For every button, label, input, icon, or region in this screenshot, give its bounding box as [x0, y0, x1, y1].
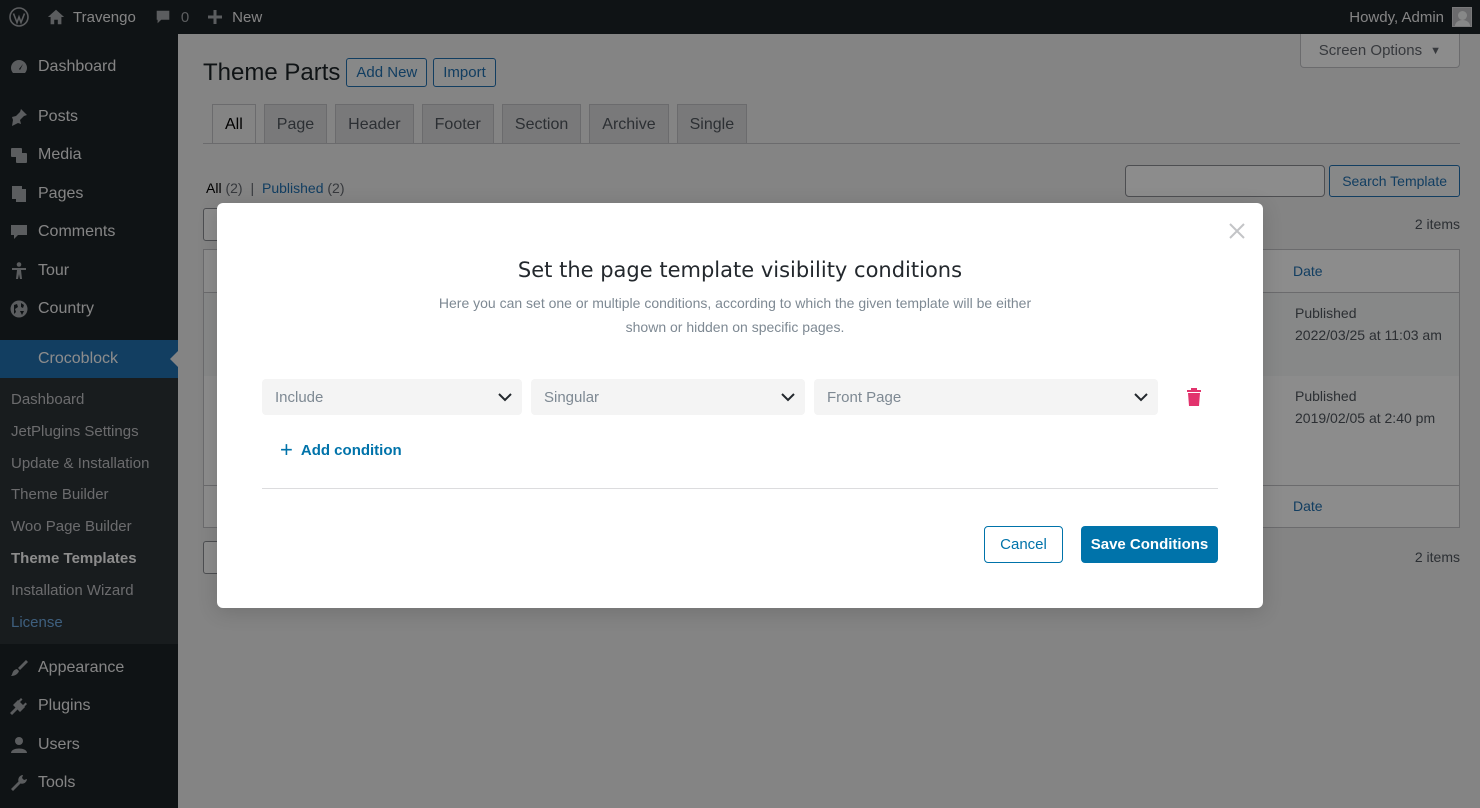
visibility-conditions-modal: Set the page template visibility conditi…	[217, 203, 1263, 608]
condition-target-value: Front Page	[827, 388, 902, 406]
condition-group-select[interactable]: Singular	[531, 379, 805, 415]
save-conditions-button[interactable]: Save Conditions	[1081, 526, 1218, 563]
close-icon[interactable]	[1227, 221, 1247, 241]
condition-row: Include Singular Front Page	[262, 379, 1205, 415]
modal-divider	[262, 488, 1218, 489]
delete-condition-icon[interactable]	[1183, 385, 1205, 409]
cancel-button[interactable]: Cancel	[984, 526, 1063, 563]
modal-description-line: shown or hidden on specific pages.	[625, 319, 845, 335]
modal-description-line: Here you can set one or multiple conditi…	[438, 295, 1032, 311]
condition-target-select[interactable]: Front Page	[814, 379, 1158, 415]
modal-title: Set the page template visibility conditi…	[517, 258, 963, 282]
chevron-down-icon	[781, 392, 795, 402]
condition-type-select[interactable]: Include	[262, 379, 522, 415]
add-condition-button[interactable]: + Add condition	[280, 439, 402, 461]
chevron-down-icon	[1134, 392, 1148, 402]
plus-icon: +	[280, 437, 293, 462]
condition-group-value: Singular	[544, 388, 600, 406]
add-condition-label: Add condition	[300, 441, 402, 459]
modal-description: Here you can set one or multiple conditi…	[417, 291, 1053, 339]
condition-type-value: Include	[275, 388, 324, 406]
chevron-down-icon	[498, 392, 512, 402]
